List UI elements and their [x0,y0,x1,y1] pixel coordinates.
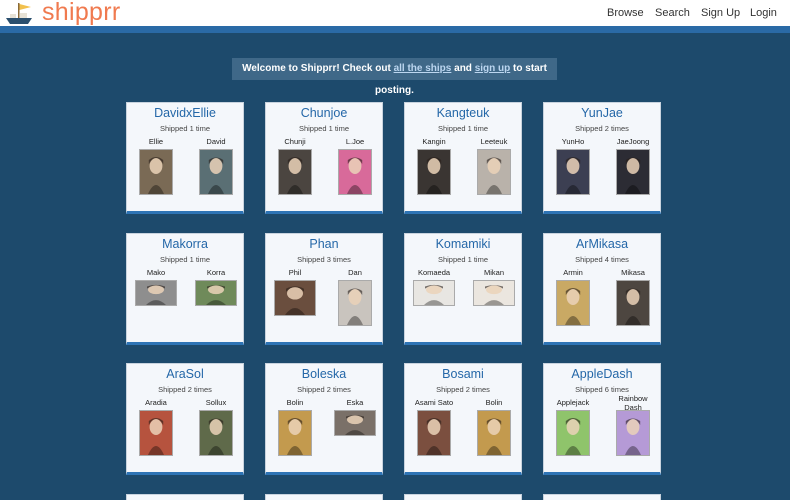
character-portrait[interactable] [274,280,316,316]
ship-title[interactable]: ArMikasa [544,237,660,251]
nav-login[interactable]: Login [750,7,777,19]
ship-logo-icon[interactable] [4,1,34,26]
ship-title[interactable]: AraSol [127,367,243,381]
character-name: Bolin [485,398,503,407]
ship-card[interactable]: AppleDash Shipped 6 times Applejack Rainbow… [543,363,661,475]
ship-count: Shipped 1 time [437,255,489,264]
character-name: Armin [563,268,583,277]
character-name: Aradia [145,398,167,407]
character-portrait[interactable] [556,149,590,195]
ship-title[interactable]: Makorra [127,237,243,251]
character-name: JaeJoong [616,137,650,146]
nav-search[interactable]: Search [655,7,690,19]
ship-card[interactable]: Boleska Shipped 2 times Bolin Eska [265,363,383,475]
ship-title[interactable]: AppleDash [544,367,660,381]
character-portrait[interactable] [199,410,233,456]
character-name: Leeteuk [480,137,508,146]
character-portrait[interactable] [616,410,650,456]
ship-count: Shipped 4 times [575,255,629,264]
character-portrait[interactable] [199,149,233,195]
nav-browse[interactable]: Browse [607,7,644,19]
character-name: Asami Sato [414,398,454,407]
ship-card-partial [543,494,661,500]
character-name: Ellie [148,137,164,146]
ship-card[interactable]: Kangteuk Shipped 1 time Kangin Leeteuk [404,102,522,214]
character-name: Mikasa [621,268,645,277]
character-name: David [206,137,226,146]
character-name: L.Joe [345,137,365,146]
all-ships-link[interactable]: all the ships [394,63,452,74]
ship-card[interactable]: DavidxEllie Shipped 1 time Ellie David [126,102,244,214]
character-portrait[interactable] [417,410,451,456]
ship-count: Shipped 2 times [436,385,490,394]
character-name: Mako [146,268,166,277]
ship-title[interactable]: Komamiki [405,237,521,251]
character-portrait[interactable] [135,280,177,306]
character-portrait[interactable] [338,149,372,195]
ship-card[interactable]: YunJae Shipped 2 times YunHo JaeJoong [543,102,661,214]
ship-title[interactable]: Kangteuk [405,106,521,120]
character-portrait[interactable] [473,280,515,306]
character-portrait[interactable] [278,149,312,195]
ship-count: Shipped 6 times [575,385,629,394]
character-name: Mikan [483,268,504,277]
ship-card-partial [126,494,244,500]
ship-count: Shipped 2 times [575,124,629,133]
character-name: Applejack [556,398,590,407]
character-portrait[interactable] [417,149,451,195]
ship-count: Shipped 1 time [437,124,489,133]
ship-card[interactable]: ArMikasa Shipped 4 times Armin Mikasa [543,233,661,345]
character-portrait[interactable] [556,280,590,326]
character-portrait[interactable] [139,149,173,195]
character-name: YunHo [561,137,585,146]
character-portrait[interactable] [278,410,312,456]
sign-up-link[interactable]: sign up [475,63,511,74]
ship-card[interactable]: Makorra Shipped 1 time Mako Korra [126,233,244,345]
ship-card[interactable]: Komamiki Shipped 1 time Komaeda Mikan [404,233,522,345]
ship-count: Shipped 1 time [159,124,211,133]
character-name: Kangin [422,137,446,146]
character-portrait[interactable] [413,280,455,306]
character-name: Eska [346,398,364,407]
character-name: Sollux [205,398,227,407]
welcome-text-prefix: Welcome to Shipprr! Check out [242,63,394,74]
ship-card-partial [404,494,522,500]
character-name: Korra [206,268,226,277]
logo-wordmark[interactable]: shipprr [42,0,121,27]
character-name: Chunji [284,137,306,146]
header-accent-stripe [0,26,790,33]
ship-title[interactable]: Bosami [405,367,521,381]
character-name: Dan [348,268,362,277]
ship-card[interactable]: Bosami Shipped 2 times Asami Sato Bolin [404,363,522,475]
ship-card-partial [265,494,383,500]
character-portrait[interactable] [338,280,372,326]
character-name: Bolin [286,398,304,407]
nav-sign-up[interactable]: Sign Up [701,7,740,19]
ship-title[interactable]: DavidxEllie [127,106,243,120]
character-portrait[interactable] [139,410,173,456]
ship-card[interactable]: AraSol Shipped 2 times Aradia Sollux [126,363,244,475]
character-portrait[interactable] [334,410,376,436]
character-name: Komaeda [417,268,451,277]
character-portrait[interactable] [195,280,237,306]
ship-card[interactable]: Phan Shipped 3 times Phil Dan [265,233,383,345]
character-portrait[interactable] [616,149,650,195]
ship-title[interactable]: Phan [266,237,382,251]
ship-title[interactable]: YunJae [544,106,660,120]
ship-count: Shipped 1 time [298,124,350,133]
ship-count: Shipped 2 times [158,385,212,394]
ship-title[interactable]: Boleska [266,367,382,381]
ship-count: Shipped 1 time [159,255,211,264]
ship-title[interactable]: Chunjoe [266,106,382,120]
character-portrait[interactable] [556,410,590,456]
ship-count: Shipped 2 times [297,385,351,394]
welcome-banner: Welcome to Shipprr! Check out all the sh… [232,58,557,96]
character-portrait[interactable] [616,280,650,326]
ship-card[interactable]: Chunjoe Shipped 1 time Chunji L.Joe [265,102,383,214]
character-portrait[interactable] [477,149,511,195]
character-portrait[interactable] [477,410,511,456]
character-name: Phil [288,268,302,277]
welcome-text-middle: and [451,63,475,74]
ship-count: Shipped 3 times [297,255,351,264]
